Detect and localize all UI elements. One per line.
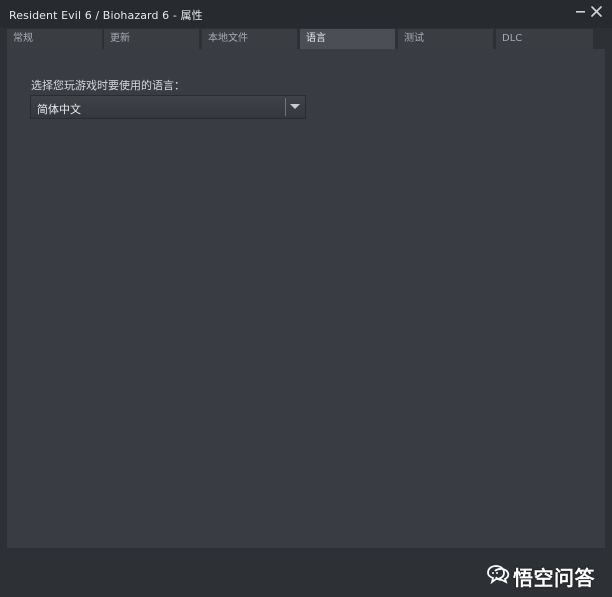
watermark-text: 悟空问答 <box>513 566 595 590</box>
tab-label: 本地文件 <box>208 33 248 44</box>
tab-language[interactable]: 语言 <box>300 29 395 49</box>
dropdown-divider <box>285 98 286 116</box>
close-icon <box>591 6 602 17</box>
tab-label: DLC <box>502 33 523 44</box>
tab-label: 更新 <box>110 33 130 44</box>
tab-label: 常规 <box>13 33 33 44</box>
tab-bar: 常规 更新 本地文件 语言 测试 DLC <box>7 29 605 49</box>
chevron-down-icon[interactable] <box>290 104 300 110</box>
tab-label: 语言 <box>306 33 326 44</box>
title-bar[interactable]: Resident Evil 6 / Biohazard 6 - 属性 <box>0 0 612 28</box>
close-button[interactable] <box>589 4 605 20</box>
language-dropdown[interactable]: 简体中文 <box>30 95 306 119</box>
language-label: 选择您玩游戏时要使用的语言： <box>31 79 185 92</box>
tab-general[interactable]: 常规 <box>7 29 102 49</box>
tab-betas[interactable]: 测试 <box>398 29 493 49</box>
language-panel: 选择您玩游戏时要使用的语言： 简体中文 <box>7 49 605 548</box>
tab-local-files[interactable]: 本地文件 <box>202 29 297 49</box>
tab-updates[interactable]: 更新 <box>104 29 199 49</box>
tab-label: 测试 <box>404 33 424 44</box>
properties-window: Resident Evil 6 / Biohazard 6 - 属性 常规 更新… <box>0 0 612 597</box>
minimize-icon <box>576 11 585 13</box>
tab-dlc[interactable]: DLC <box>496 29 593 49</box>
language-selected-value: 简体中文 <box>37 103 81 116</box>
speech-bubble-icon <box>487 565 510 584</box>
window-title: Resident Evil 6 / Biohazard 6 - 属性 <box>9 9 203 22</box>
minimize-button[interactable] <box>573 4 589 20</box>
